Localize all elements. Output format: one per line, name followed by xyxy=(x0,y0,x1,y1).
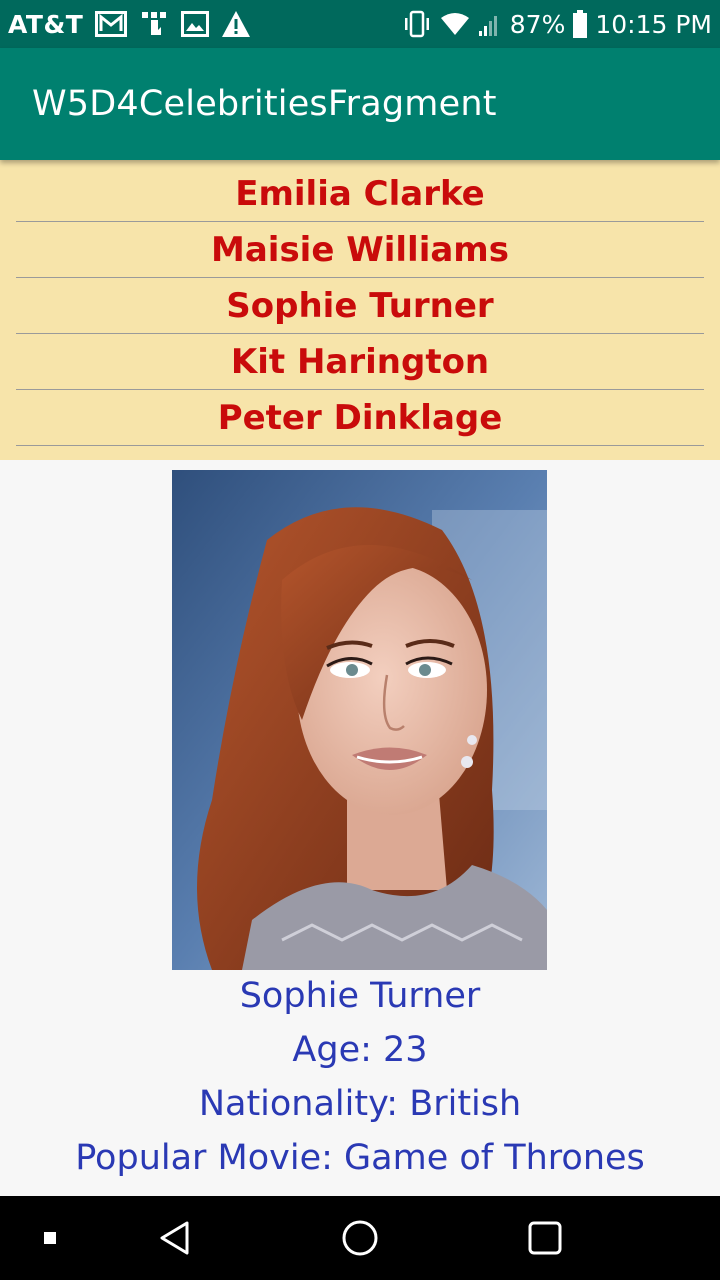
back-icon[interactable] xyxy=(140,1196,210,1280)
cell-signal-icon xyxy=(478,11,502,37)
list-item-label: Maisie Williams xyxy=(211,229,509,270)
warning-icon xyxy=(221,10,251,38)
list-item[interactable]: Kit Harington xyxy=(16,334,704,390)
usb-debug-icon xyxy=(139,9,169,39)
celebrity-popular-movie: Popular Movie: Game of Thrones xyxy=(75,1138,645,1178)
app-bar: W5D4CelebritiesFragment xyxy=(0,48,720,160)
clock: 10:15 PM xyxy=(595,9,712,39)
home-icon[interactable] xyxy=(325,1196,395,1280)
dot-icon xyxy=(30,1196,70,1280)
list-item[interactable]: Emilia Clarke xyxy=(16,166,704,222)
vibrate-icon xyxy=(402,10,432,38)
celebrity-name: Sophie Turner xyxy=(239,976,481,1016)
gmail-icon xyxy=(95,11,128,37)
wifi-icon xyxy=(440,12,470,36)
recents-icon[interactable] xyxy=(510,1196,580,1280)
list-item[interactable]: Maisie Williams xyxy=(16,222,704,278)
app-title: W5D4CelebritiesFragment xyxy=(32,84,497,124)
celebrity-photo xyxy=(172,470,547,970)
celebrity-list: Emilia Clarke Maisie Williams Sophie Tur… xyxy=(0,160,720,460)
list-item[interactable]: Peter Dinklage xyxy=(16,390,704,446)
list-item-label: Peter Dinklage xyxy=(217,397,503,438)
battery-percent: 87% xyxy=(509,9,566,39)
status-bar: AT&T 87% 10:15 PM xyxy=(0,0,720,48)
list-item-label: Kit Harington xyxy=(230,341,490,382)
celebrity-detail: Sophie Turner Age: 23 Nationality: Briti… xyxy=(0,460,720,1196)
celebrity-age: Age: 23 xyxy=(292,1030,428,1070)
celebrity-nationality: Nationality: British xyxy=(198,1084,522,1124)
list-item-label: Emilia Clarke xyxy=(235,173,485,214)
navigation-bar xyxy=(0,1196,720,1280)
list-item[interactable]: Sophie Turner xyxy=(16,278,704,334)
image-icon xyxy=(181,11,210,37)
status-right: 87% 10:15 PM xyxy=(402,10,712,39)
status-left: AT&T xyxy=(8,9,251,39)
list-item-label: Sophie Turner xyxy=(226,285,494,326)
battery-icon xyxy=(573,10,588,38)
carrier-label: AT&T xyxy=(8,9,84,39)
